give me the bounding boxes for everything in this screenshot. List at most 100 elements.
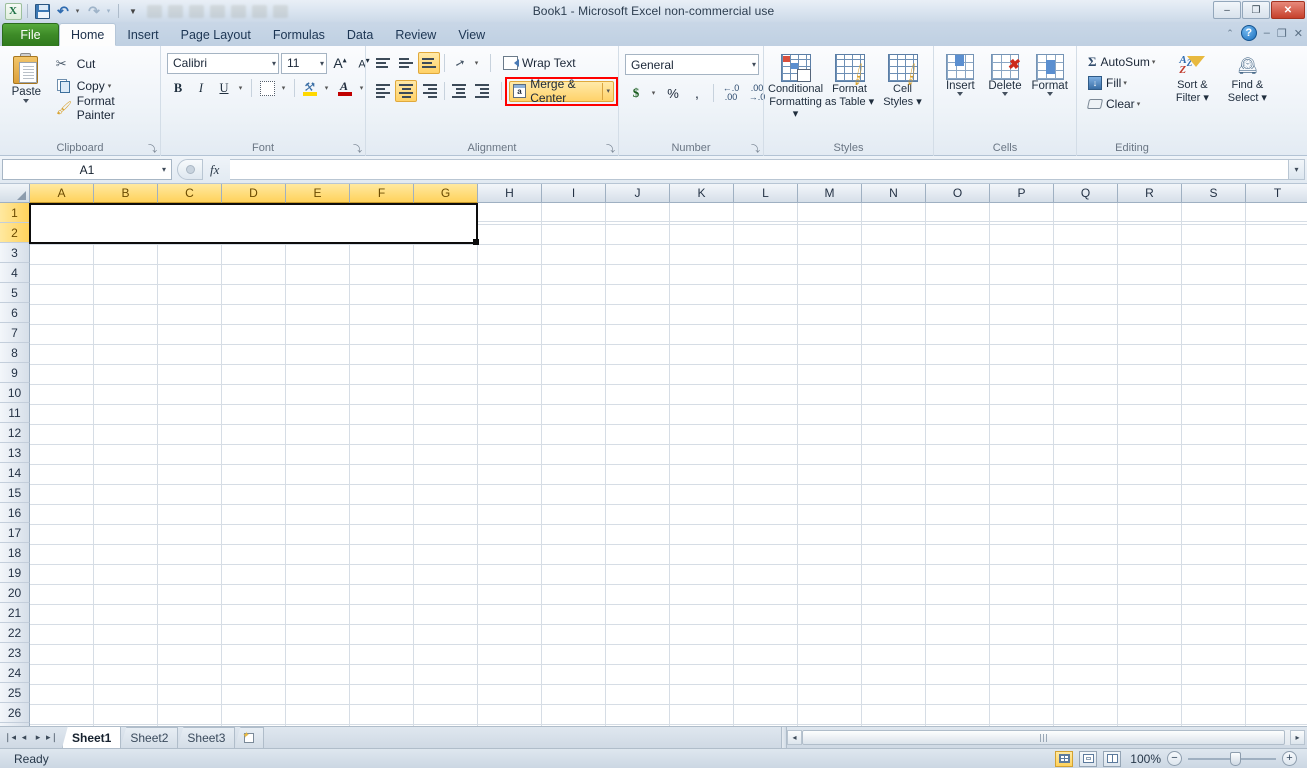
increase-decimal-button[interactable]: ←.0.00 xyxy=(719,82,743,104)
align-middle-button[interactable] xyxy=(395,52,417,74)
row-header-21[interactable]: 21 xyxy=(0,603,30,623)
scroll-left-button[interactable]: ◂ xyxy=(787,730,802,745)
accounting-dropdown-icon[interactable]: ▾ xyxy=(649,82,660,104)
row-header-1[interactable]: 1 xyxy=(0,203,30,223)
autosum-button[interactable]: Σ AutoSum ▾ xyxy=(1085,52,1158,71)
zoom-in-button[interactable]: + xyxy=(1282,751,1297,766)
row-header-5[interactable]: 5 xyxy=(0,283,30,303)
merge-center-dropdown-icon[interactable]: ▾ xyxy=(606,87,610,95)
close-button[interactable]: ✕ xyxy=(1271,1,1305,19)
column-header-i[interactable]: I xyxy=(542,184,606,203)
cell-styles-button[interactable]: 🖌 Cell Styles ▾ xyxy=(876,52,929,108)
formula-input[interactable] xyxy=(230,159,1289,180)
font-name-combo[interactable]: Calibri ▾ xyxy=(167,52,279,74)
cell-area[interactable] xyxy=(29,203,1307,726)
row-header-24[interactable]: 24 xyxy=(0,663,30,683)
last-sheet-button[interactable]: ▸❘ xyxy=(46,732,58,743)
workbook-close-icon[interactable]: ✕ xyxy=(1294,27,1303,40)
zoom-slider[interactable] xyxy=(1188,751,1276,766)
font-size-combo[interactable]: 11 ▾ xyxy=(281,52,327,74)
horizontal-scroll-thumb[interactable] xyxy=(802,730,1286,745)
increase-indent-button[interactable] xyxy=(472,80,494,102)
tab-data[interactable]: Data xyxy=(336,24,384,46)
align-bottom-button[interactable] xyxy=(418,52,440,74)
borders-dropdown-icon[interactable]: ▾ xyxy=(279,77,290,99)
insert-worksheet-button[interactable]: ✦ xyxy=(234,727,265,748)
workbook-minimize-icon[interactable]: – xyxy=(1264,27,1270,39)
fill-color-dropdown-icon[interactable]: ▾ xyxy=(322,77,333,99)
format-as-table-button[interactable]: 🖌 Format as Table ▾ xyxy=(823,52,876,108)
column-header-n[interactable]: N xyxy=(862,184,926,203)
fill-button[interactable]: ↓ Fill ▾ xyxy=(1085,73,1158,92)
insert-dropdown-icon[interactable] xyxy=(957,92,964,96)
fill-handle[interactable] xyxy=(473,239,479,245)
merge-and-center-button[interactable]: a Merge & Center ▾ xyxy=(508,77,615,105)
clear-dropdown-icon[interactable]: ▾ xyxy=(1137,100,1141,108)
row-header-23[interactable]: 23 xyxy=(0,643,30,663)
first-sheet-button[interactable]: ❘◂ xyxy=(4,732,16,743)
number-format-combo[interactable]: General ▾ xyxy=(625,54,759,75)
row-header-17[interactable]: 17 xyxy=(0,523,30,543)
column-header-d[interactable]: D xyxy=(222,184,286,203)
grow-font-button[interactable]: A▴ xyxy=(329,52,351,74)
tab-review[interactable]: Review xyxy=(384,24,447,46)
fill-color-button[interactable]: ⚒ xyxy=(299,77,321,99)
align-left-button[interactable] xyxy=(372,80,394,102)
name-box[interactable]: A1 ▾ xyxy=(2,159,172,180)
insert-cells-button[interactable]: Insert xyxy=(938,52,983,96)
expand-formula-bar-icon[interactable]: ▾ xyxy=(1289,159,1305,180)
accounting-format-button[interactable]: $ xyxy=(625,82,647,104)
align-right-button[interactable] xyxy=(418,80,440,102)
column-header-k[interactable]: K xyxy=(670,184,734,203)
row-header-11[interactable]: 11 xyxy=(0,403,30,423)
column-header-s[interactable]: S xyxy=(1182,184,1246,203)
row-header-19[interactable]: 19 xyxy=(0,563,30,583)
select-all-button[interactable] xyxy=(0,184,30,203)
tab-home[interactable]: Home xyxy=(59,23,117,46)
column-header-l[interactable]: L xyxy=(734,184,798,203)
zoom-out-button[interactable]: − xyxy=(1167,751,1182,766)
tab-view[interactable]: View xyxy=(447,24,496,46)
name-box-caret-icon[interactable]: ▾ xyxy=(162,165,166,174)
fill-dropdown-icon[interactable]: ▾ xyxy=(1123,79,1127,87)
column-header-g[interactable]: G xyxy=(414,184,478,203)
row-header-9[interactable]: 9 xyxy=(0,363,30,383)
row-header-10[interactable]: 10 xyxy=(0,383,30,403)
tab-formulas[interactable]: Formulas xyxy=(262,24,336,46)
row-header-12[interactable]: 12 xyxy=(0,423,30,443)
collapse-ribbon-icon[interactable]: ⌃ xyxy=(1226,28,1234,39)
column-header-a[interactable]: A xyxy=(30,184,94,203)
align-top-button[interactable] xyxy=(372,52,394,74)
orientation-dropdown-icon[interactable]: ▾ xyxy=(472,52,483,74)
font-dialog-launcher[interactable]: ⤵ xyxy=(353,145,363,155)
row-header-18[interactable]: 18 xyxy=(0,543,30,563)
comma-style-button[interactable]: , xyxy=(686,82,708,104)
paste-button[interactable]: Paste xyxy=(4,50,49,103)
column-header-r[interactable]: R xyxy=(1118,184,1182,203)
align-center-button[interactable] xyxy=(395,80,417,102)
previous-sheet-button[interactable]: ◂ xyxy=(18,732,30,743)
delete-dropdown-icon[interactable] xyxy=(1002,92,1008,96)
italic-button[interactable]: I xyxy=(190,77,212,99)
percent-format-button[interactable]: % xyxy=(662,82,684,104)
borders-button[interactable] xyxy=(256,77,278,99)
page-break-view-button[interactable] xyxy=(1103,750,1121,767)
sheet-tab-sheet3[interactable]: Sheet3 xyxy=(177,727,236,748)
cut-button[interactable]: ✂ Cut xyxy=(53,54,156,74)
insert-function-icon[interactable]: fx xyxy=(204,162,225,178)
row-header-4[interactable]: 4 xyxy=(0,263,30,283)
row-header-2[interactable]: 2 xyxy=(0,223,30,243)
restore-button[interactable]: ❐ xyxy=(1242,1,1270,19)
column-header-p[interactable]: P xyxy=(990,184,1054,203)
column-header-f[interactable]: F xyxy=(350,184,414,203)
selected-merged-cell[interactable] xyxy=(29,203,479,245)
column-header-h[interactable]: H xyxy=(478,184,542,203)
minimize-button[interactable]: – xyxy=(1213,1,1241,19)
clear-button[interactable]: Clear ▾ xyxy=(1085,94,1158,113)
help-icon[interactable]: ? xyxy=(1240,25,1257,41)
tab-insert[interactable]: Insert xyxy=(116,24,169,46)
column-header-t[interactable]: T xyxy=(1246,184,1307,203)
copy-dropdown-icon[interactable]: ▾ xyxy=(108,82,112,90)
row-header-8[interactable]: 8 xyxy=(0,343,30,363)
tab-page-layout[interactable]: Page Layout xyxy=(170,24,262,46)
